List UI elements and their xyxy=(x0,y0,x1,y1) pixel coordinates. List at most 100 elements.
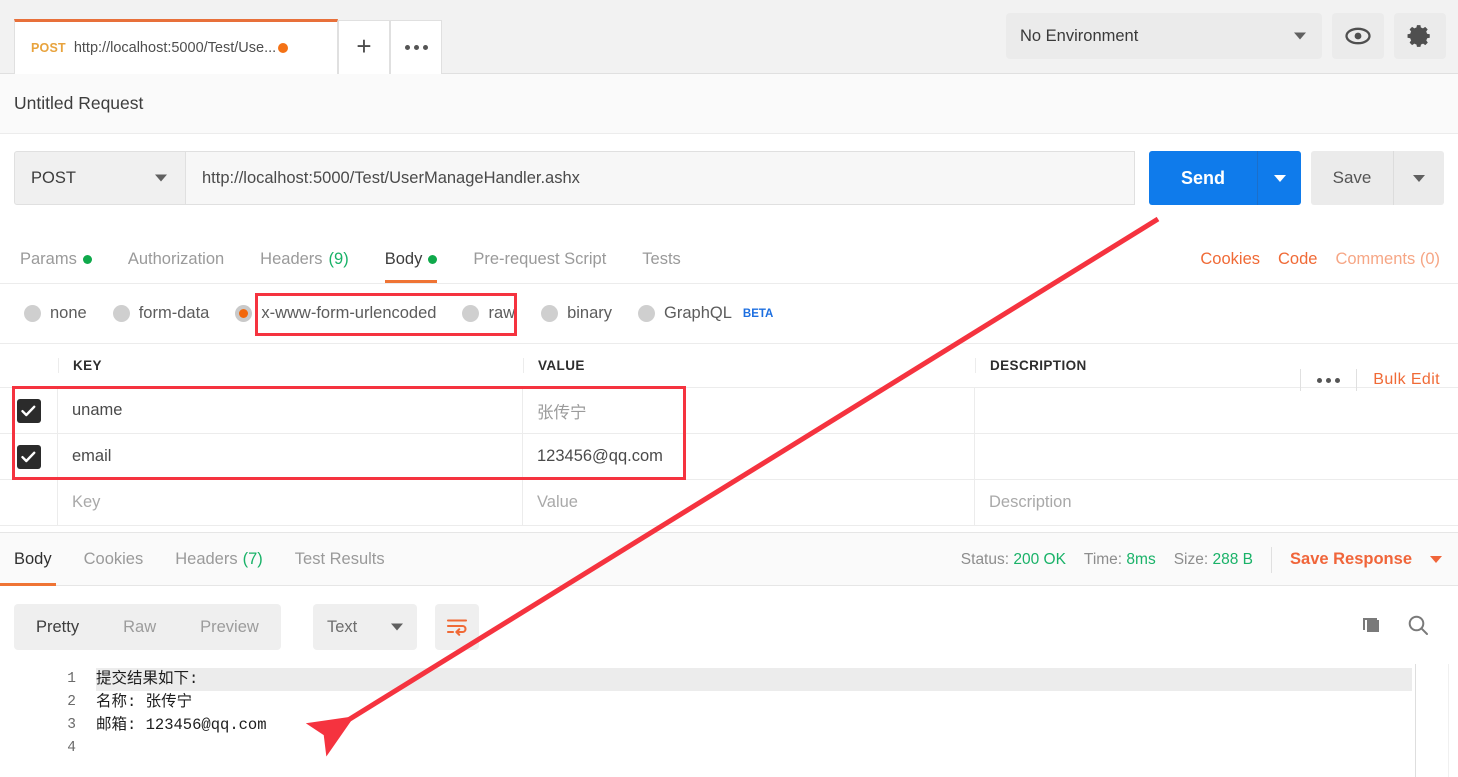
cookies-link[interactable]: Cookies xyxy=(1200,250,1260,269)
copy-button[interactable] xyxy=(1360,613,1384,642)
row-value-cell[interactable]: 张传宁 xyxy=(523,388,975,433)
chevron-down-icon[interactable] xyxy=(1430,556,1442,563)
send-options-button[interactable] xyxy=(1257,151,1301,205)
response-tabs: Body Cookies Headers (7) Test Results St… xyxy=(0,532,1458,586)
request-tab[interactable]: POST http://localhost:5000/Test/Use... xyxy=(14,19,338,74)
response-tab-test-results[interactable]: Test Results xyxy=(279,533,401,586)
response-body-viewer[interactable]: 1 2 3 4 提交结果如下: 名称: 张传宁 邮箱: 123456@qq.co… xyxy=(0,664,1458,777)
modified-dot-icon xyxy=(82,255,92,264)
row-value-value: 123456@qq.com xyxy=(537,447,663,465)
gear-icon xyxy=(1407,25,1430,47)
ellipsis-icon[interactable] xyxy=(1317,377,1341,383)
view-pretty-button[interactable]: Pretty xyxy=(14,618,101,637)
request-tab-strip: POST http://localhost:5000/Test/Use... + xyxy=(0,0,442,74)
divider xyxy=(1356,369,1358,391)
response-toolbar-actions xyxy=(1360,604,1430,650)
response-tab-cookies-label: Cookies xyxy=(83,549,144,568)
chevron-down-icon xyxy=(155,174,167,182)
response-scrollbar[interactable] xyxy=(1448,664,1458,777)
tab-body[interactable]: Body xyxy=(367,236,456,283)
response-tab-test-results-label: Test Results xyxy=(294,549,385,568)
row-checkbox[interactable] xyxy=(16,444,41,469)
row-checkbox-cell xyxy=(0,434,58,479)
header-description: DESCRIPTION xyxy=(990,358,1087,373)
print-margin-line xyxy=(1415,664,1416,777)
row-value-value: 张传宁 xyxy=(537,403,587,422)
row-key-cell[interactable]: email xyxy=(58,434,523,479)
size-group: Size: 288 B xyxy=(1174,551,1253,569)
body-type-graphql[interactable]: GraphQL BETA xyxy=(638,304,773,323)
word-wrap-button[interactable] xyxy=(435,604,479,650)
tab-params-label: Params xyxy=(20,250,77,268)
code-link[interactable]: Code xyxy=(1278,250,1317,269)
response-body-line: 名称: 张传宁 xyxy=(96,693,193,711)
row-description-cell[interactable] xyxy=(975,434,1458,479)
line-number-gutter: 1 2 3 4 xyxy=(0,664,88,777)
url-input[interactable]: http://localhost:5000/Test/UserManageHan… xyxy=(186,151,1135,205)
body-type-x-www-form-urlencoded-label: x-www-form-urlencoded xyxy=(261,304,437,322)
response-tab-headers[interactable]: Headers (7) xyxy=(159,533,279,586)
table-row[interactable]: uname 张传宁 xyxy=(0,388,1458,434)
http-method-select[interactable]: POST xyxy=(14,151,186,205)
tab-tests[interactable]: Tests xyxy=(624,236,699,283)
placeholder-key-label: Key xyxy=(72,493,101,511)
tab-options-button[interactable] xyxy=(390,20,442,74)
tab-params[interactable]: Params xyxy=(0,236,110,283)
body-type-raw[interactable]: raw xyxy=(462,304,515,323)
send-button[interactable]: Send xyxy=(1149,151,1257,205)
placeholder-value-cell[interactable]: Value xyxy=(523,480,975,525)
save-response-button[interactable]: Save Response xyxy=(1290,550,1412,569)
table-header-row: KEY VALUE DESCRIPTION Bulk Edit xyxy=(0,344,1458,391)
tab-body-label: Body xyxy=(384,250,423,268)
settings-button[interactable] xyxy=(1394,13,1446,59)
body-type-binary[interactable]: binary xyxy=(541,304,612,323)
postman-window: POST http://localhost:5000/Test/Use... +… xyxy=(0,0,1458,777)
tab-headers[interactable]: Headers (9) xyxy=(242,236,367,283)
body-type-graphql-label: GraphQL xyxy=(664,304,732,322)
response-tab-body-label: Body xyxy=(14,549,52,568)
beta-badge: BETA xyxy=(742,307,774,320)
line-number: 2 xyxy=(67,694,76,710)
tab-authorization[interactable]: Authorization xyxy=(110,236,242,283)
save-button[interactable]: Save xyxy=(1311,151,1393,205)
tab-pre-request-script[interactable]: Pre-request Script xyxy=(455,236,624,283)
response-status-bar: Status: 200 OK Time: 8ms Size: 288 B Sav… xyxy=(961,533,1442,586)
save-options-button[interactable] xyxy=(1393,151,1444,205)
request-tab-method: POST xyxy=(31,41,66,55)
body-type-x-www-form-urlencoded[interactable]: x-www-form-urlencoded xyxy=(235,304,436,323)
environment-select[interactable]: No Environment xyxy=(1006,13,1322,59)
response-body-line: 邮箱: 123456@qq.com xyxy=(96,716,267,734)
body-type-raw-label: raw xyxy=(488,304,516,322)
placeholder-key-cell[interactable]: Key xyxy=(58,480,523,525)
row-key-cell[interactable]: uname xyxy=(58,388,523,433)
request-tab-url: http://localhost:5000/Test/Use... xyxy=(73,40,277,56)
response-format-select[interactable]: Text xyxy=(313,604,417,650)
chevron-down-icon xyxy=(1294,32,1306,40)
body-type-form-data[interactable]: form-data xyxy=(112,304,209,323)
divider xyxy=(1300,369,1302,391)
body-type-none[interactable]: none xyxy=(24,304,87,323)
placeholder-description-label: Description xyxy=(989,493,1072,511)
search-button[interactable] xyxy=(1406,613,1430,642)
word-wrap-icon xyxy=(446,619,468,636)
response-tab-cookies[interactable]: Cookies xyxy=(68,533,160,586)
table-row[interactable]: email 123456@qq.com xyxy=(0,434,1458,480)
top-tab-bar: POST http://localhost:5000/Test/Use... +… xyxy=(0,0,1458,74)
comments-link[interactable]: Comments (0) xyxy=(1335,250,1440,269)
row-value-cell[interactable]: 123456@qq.com xyxy=(523,434,975,479)
environment-quick-look-button[interactable] xyxy=(1332,13,1384,59)
bulk-edit-button[interactable]: Bulk Edit xyxy=(1373,371,1440,389)
line-number: 4 xyxy=(67,740,76,756)
new-tab-button[interactable]: + xyxy=(338,20,390,74)
status-group: Status: 200 OK xyxy=(961,551,1066,569)
size-label: Size: xyxy=(1173,550,1209,568)
view-raw-button[interactable]: Raw xyxy=(101,618,178,637)
table-placeholder-row[interactable]: Key Value Description xyxy=(0,480,1458,526)
placeholder-description-cell[interactable]: Description xyxy=(975,480,1458,525)
view-preview-button[interactable]: Preview xyxy=(178,618,281,637)
send-label: Send xyxy=(1180,167,1225,188)
row-checkbox[interactable] xyxy=(16,398,41,423)
response-tab-body[interactable]: Body xyxy=(0,533,68,586)
environment-selected-label: No Environment xyxy=(1020,26,1139,45)
response-code-area[interactable]: 提交结果如下: 名称: 张传宁 邮箱: 123456@qq.com xyxy=(96,668,1458,760)
